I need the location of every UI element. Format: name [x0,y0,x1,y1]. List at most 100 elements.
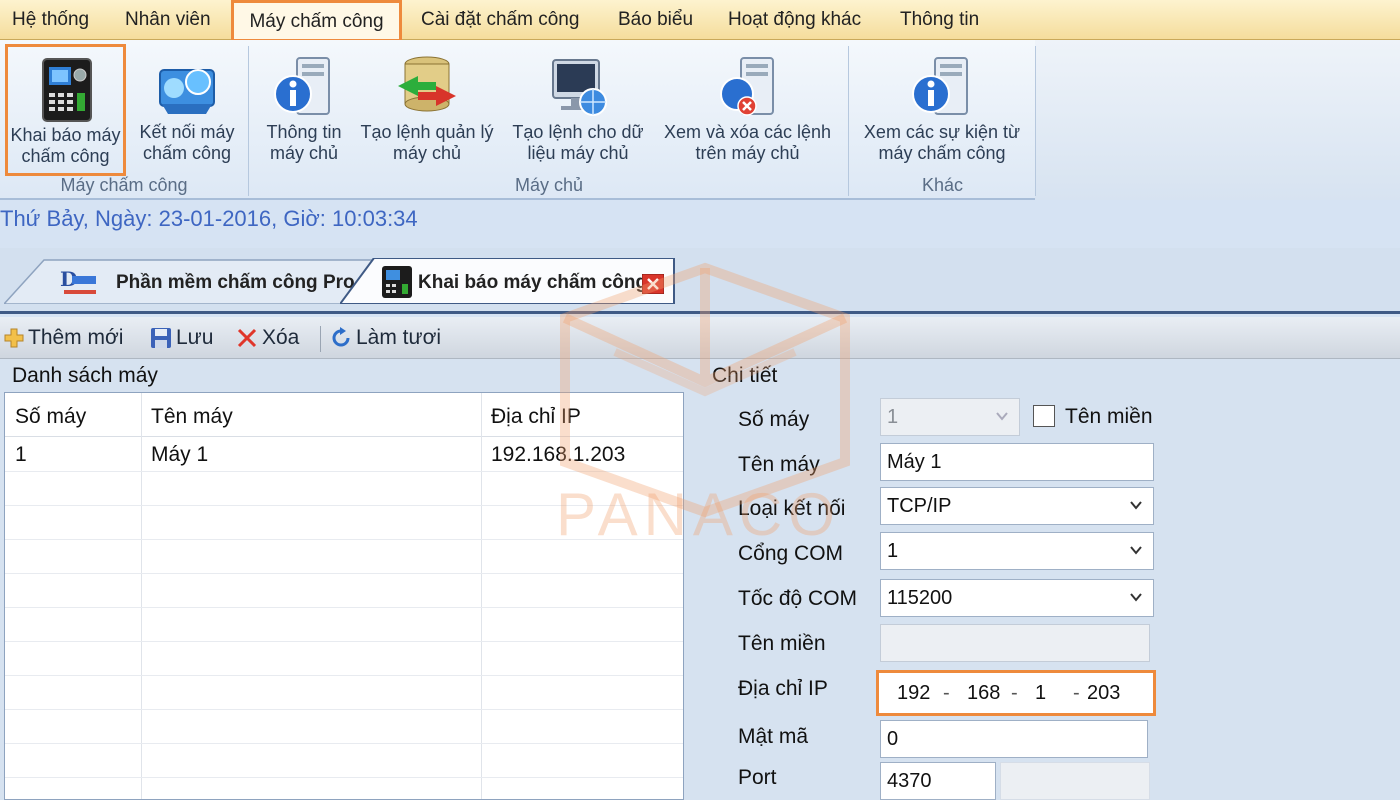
tao-lenh-cho-du-lieu-may-chu-button[interactable]: Tạo lệnh cho dữ liệu máy chủ [505,44,651,176]
add-new-label: Thêm mới [28,326,124,349]
ribbon-button-label-line1: Thông tin [266,122,342,142]
add-new-button[interactable]: Thêm mới [4,317,123,359]
grid-header [5,393,683,437]
ip-address-input[interactable]: 192 - 168 - 1 - 203 [876,670,1156,716]
khai-bao-may-cham-cong-button[interactable]: Khai báo máy chấm công [5,44,126,176]
ribbon-group-label-khac: Khác [921,175,964,195]
ribbon-button-label-line1: Xem và xóa các lệnh [663,122,832,142]
menu-hoat-dong-khac[interactable]: Hoạt động khác [728,0,861,40]
port-input[interactable]: 4370 [880,762,996,800]
ribbon-empty-area [1035,40,1400,200]
tab-label: Khai báo máy chấm công [418,272,648,293]
monitor-globe-icon [552,59,607,116]
menu-nhan-vien[interactable]: Nhân viên [125,0,211,40]
ip-dot: - [1073,682,1080,704]
grid-column-divider [141,393,142,799]
tab-khai-bao-may-cham-cong[interactable]: Khai báo máy chấm công [340,258,676,304]
port-side-button[interactable] [1000,762,1150,800]
ribbon-group-separator [1035,46,1036,196]
server-info-icon [912,57,968,115]
column-header-so-may[interactable]: Số máy [15,405,86,429]
chevron-down-icon [1130,593,1142,602]
label-ten-mien: Tên miền [738,632,826,655]
grid-row-line [5,675,683,676]
machine-list-grid[interactable]: Số máy Tên máy Địa chỉ IP 1 Máy 1 192.16… [4,392,684,800]
ten-mien-input[interactable] [880,624,1150,662]
ten-mien-checkbox-label: Tên miền [1065,405,1153,428]
ribbon-button-label-line2: chấm công [21,146,110,166]
ribbon-button-label-line2: máy chủ [269,143,339,163]
menu-thong-tin[interactable]: Thông tin [900,0,979,40]
so-may-combo[interactable]: 1 [880,398,1020,436]
cong-com-select[interactable]: 1 [880,532,1154,570]
ribbon-button-label-line1: Kết nối máy [139,122,235,142]
save-label: Lưu [176,326,214,349]
ket-noi-may-cham-cong-button[interactable]: Kết nối máy chấm công [128,44,246,176]
xem-va-xoa-cac-lenh-button[interactable]: Xem và xóa các lệnh trên máy chủ [655,44,840,176]
ribbon-button-label-line2: chấm công [142,143,232,163]
ribbon-group-separator [848,46,849,196]
tao-lenh-quan-ly-may-chu-button[interactable]: Tạo lệnh quản lý máy chủ [354,44,500,176]
label-so-may: Số máy [738,408,810,431]
grid-row-line [5,777,683,778]
ip-octet-4: 203 [1087,682,1121,704]
ribbon-group-separator [248,46,249,196]
refresh-icon [332,327,350,347]
save-button[interactable]: Lưu [150,317,213,359]
current-datetime: Thứ Bảy, Ngày: 23-01-2016, Giờ: 10:03:34 [0,206,418,231]
grid-row-line [5,709,683,710]
floppy-disk-icon [151,328,171,349]
tab-phan-mem-cham-cong[interactable]: D Phần mềm chấm công Pro [4,258,374,304]
server-delete-icon [719,57,774,116]
column-header-ten-may[interactable]: Tên máy [151,405,233,429]
machine-list-title: Danh sách máy [12,364,158,387]
ribbon-button-label-line2: trên máy chủ [695,143,800,163]
refresh-button[interactable]: Làm tươi [330,317,441,359]
mat-ma-input[interactable]: 0 [880,720,1148,758]
toolbar-separator [320,326,321,352]
ten-mien-checkbox[interactable] [1033,405,1055,427]
row-ten-may: Máy 1 [151,443,209,466]
ribbon-button-label-line2: liệu máy chủ [527,143,629,163]
ip-dot: - [1011,682,1018,704]
grid-row-line [5,743,683,744]
refresh-label: Làm tươi [356,326,442,349]
loai-ket-noi-select[interactable]: TCP/IP [880,487,1154,525]
detail-title: Chi tiết [712,364,778,387]
network-connect-icon [159,69,215,114]
delete-button[interactable]: Xóa [236,317,299,359]
grid-row-line [5,573,683,574]
label-dia-chi-ip: Địa chỉ IP [738,677,828,700]
toc-do-com-select[interactable]: 115200 [880,579,1154,617]
ribbon-group-label-may-chu: Máy chủ [514,175,584,195]
label-mat-ma: Mật mã [738,725,809,748]
ribbon-button-label-line1: Tạo lệnh quản lý [360,122,494,142]
fingerprint-device-icon [382,266,412,298]
xem-cac-su-kien-button[interactable]: Xem các sự kiện từ máy chấm công [856,44,1028,176]
ip-octet-2: 168 [967,682,1001,704]
chevron-down-icon [1130,546,1142,555]
ip-dot: - [943,682,950,704]
plus-icon [4,328,24,348]
menu-cai-dat-cham-cong[interactable]: Cài đặt chấm công [421,0,579,40]
fingerprint-device-icon [41,58,92,122]
thong-tin-may-chu-button[interactable]: Thông tin máy chủ [256,44,352,176]
row-dia-chi-ip: 192.168.1.203 [491,443,626,466]
menu-he-thong[interactable]: Hệ thống [12,0,89,40]
column-header-dia-chi-ip[interactable]: Địa chỉ IP [491,405,581,429]
ribbon-button-label-line1: Xem các sự kiện từ [863,122,1021,142]
grid-row-line [5,641,683,642]
cong-com-value: 1 [887,540,899,562]
toc-do-com-value: 115200 [887,587,953,609]
label-toc-do-com: Tốc độ COM [738,587,858,610]
menu-bar: Hệ thống Nhân viên Máy chấm công Cài đặt… [0,0,1400,42]
grid-row-line [5,471,683,472]
grid-column-divider [481,393,482,799]
menu-may-cham-cong[interactable]: Máy chấm công [231,0,402,42]
so-may-value: 1 [887,406,899,428]
menu-bao-bieu[interactable]: Báo biểu [618,0,693,40]
close-tab-icon[interactable] [642,274,664,294]
ribbon-group-label-may-cham-cong: Máy chấm công [60,175,188,195]
ten-may-input[interactable]: Máy 1 [880,443,1154,481]
ribbon-button-label-line2: máy chấm công [878,143,1006,163]
